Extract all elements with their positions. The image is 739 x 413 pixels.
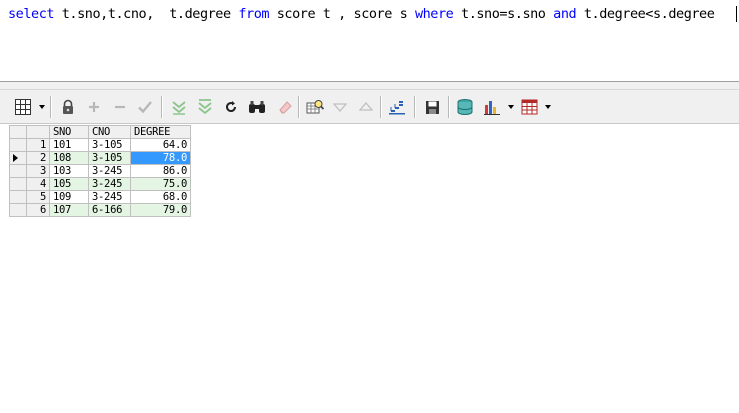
toolbar-separator [414,96,415,118]
table-row[interactable]: 2 108 3-105 78.0 [9,151,191,165]
table-export-icon[interactable] [521,98,539,116]
row-indicator[interactable] [9,203,27,217]
sql-token: t.sno,t.cno, t.degree [54,6,239,22]
cell-cno[interactable]: 3-105 [88,138,131,152]
cell-sno[interactable]: 101 [49,138,89,152]
row-indicator[interactable] [9,151,27,165]
row-number: 3 [26,164,50,178]
refresh-icon[interactable] [222,98,240,116]
previous-icon [357,98,375,116]
find-icon[interactable] [248,98,266,116]
sql-text: select t.sno,t.cno, t.degree from score … [8,5,715,23]
row-indicator[interactable] [9,177,27,191]
row-number: 4 [26,177,50,191]
filter-down-icon [170,98,188,116]
toolbar-separator [298,96,299,118]
export-db-icon[interactable] [456,98,474,116]
cell-sno[interactable]: 107 [49,203,89,217]
filter-clear-icon [196,98,214,116]
lock-icon[interactable] [59,98,77,116]
sql-token: t.degree<s.degree [576,6,715,22]
results-panel: SNO CNO DEGREE 1 101 3-105 64.0 2 108 3-… [0,124,739,413]
row-number-header [26,125,50,139]
delete-record-icon [111,98,129,116]
row-number: 6 [26,203,50,217]
add-record-icon [85,98,103,116]
query-by-example-icon[interactable] [306,98,324,116]
column-header-sno[interactable]: SNO [49,125,89,139]
post-edit-icon [136,98,154,116]
explain-plan-icon[interactable] [388,98,406,116]
cell-cno[interactable]: 3-105 [88,151,131,165]
cell-sno[interactable]: 103 [49,164,89,178]
cell-cno[interactable]: 6-166 [88,203,131,217]
table-row[interactable]: 4 105 3-245 75.0 [9,177,191,191]
cell-degree[interactable]: 68.0 [130,190,191,204]
chevron-down-icon[interactable] [508,105,514,109]
grid-layout-icon[interactable] [14,98,32,116]
current-row-pointer-icon [13,154,18,162]
cell-degree[interactable]: 64.0 [130,138,191,152]
sql-token: where [414,6,454,22]
row-number: 2 [26,151,50,165]
cell-degree[interactable]: 86.0 [130,164,191,178]
clear-icon [276,98,294,116]
results-grid: SNO CNO DEGREE 1 101 3-105 64.0 2 108 3-… [9,125,191,217]
cell-cno[interactable]: 3-245 [88,164,131,178]
editor-splitter[interactable] [0,82,739,90]
toolbar-separator [448,96,449,118]
cell-sno[interactable]: 109 [49,190,89,204]
text-caret [736,6,737,22]
chart-icon[interactable] [483,98,501,116]
row-indicator[interactable] [9,190,27,204]
cell-degree[interactable]: 75.0 [130,177,191,191]
column-header-degree[interactable]: DEGREE [130,125,191,139]
sql-token: from [238,6,270,22]
column-header-cno[interactable]: CNO [88,125,131,139]
table-row[interactable]: 5 109 3-245 68.0 [9,190,191,204]
chevron-down-icon[interactable] [39,105,45,109]
toolbar-separator [50,96,51,118]
cell-sno[interactable]: 105 [49,177,89,191]
table-row[interactable]: 1 101 3-105 64.0 [9,138,191,152]
row-indicator[interactable] [9,138,27,152]
table-row[interactable]: 3 103 3-245 86.0 [9,164,191,178]
table-row[interactable]: 6 107 6-166 79.0 [9,203,191,217]
cell-degree[interactable]: 79.0 [130,203,191,217]
result-toolbar [0,90,739,124]
sql-token: select [8,6,55,22]
row-number: 5 [26,190,50,204]
row-number: 1 [26,138,50,152]
cell-degree-selected[interactable]: 78.0 [130,151,191,165]
row-indicator[interactable] [9,164,27,178]
toolbar-separator [161,96,162,118]
grid-corner [9,125,27,139]
chevron-down-icon[interactable] [545,105,551,109]
sql-editor[interactable]: select t.sno,t.cno, t.degree from score … [0,0,739,82]
save-icon[interactable] [423,98,441,116]
sql-token: t.sno=s.sno [453,6,554,22]
header-row: SNO CNO DEGREE [9,125,191,139]
cell-cno[interactable]: 3-245 [88,190,131,204]
next-icon [331,98,349,116]
cell-sno[interactable]: 108 [49,151,89,165]
sql-token: and [553,6,577,22]
sql-token: score t , score s [269,6,415,22]
cell-cno[interactable]: 3-245 [88,177,131,191]
toolbar-separator [380,96,381,118]
